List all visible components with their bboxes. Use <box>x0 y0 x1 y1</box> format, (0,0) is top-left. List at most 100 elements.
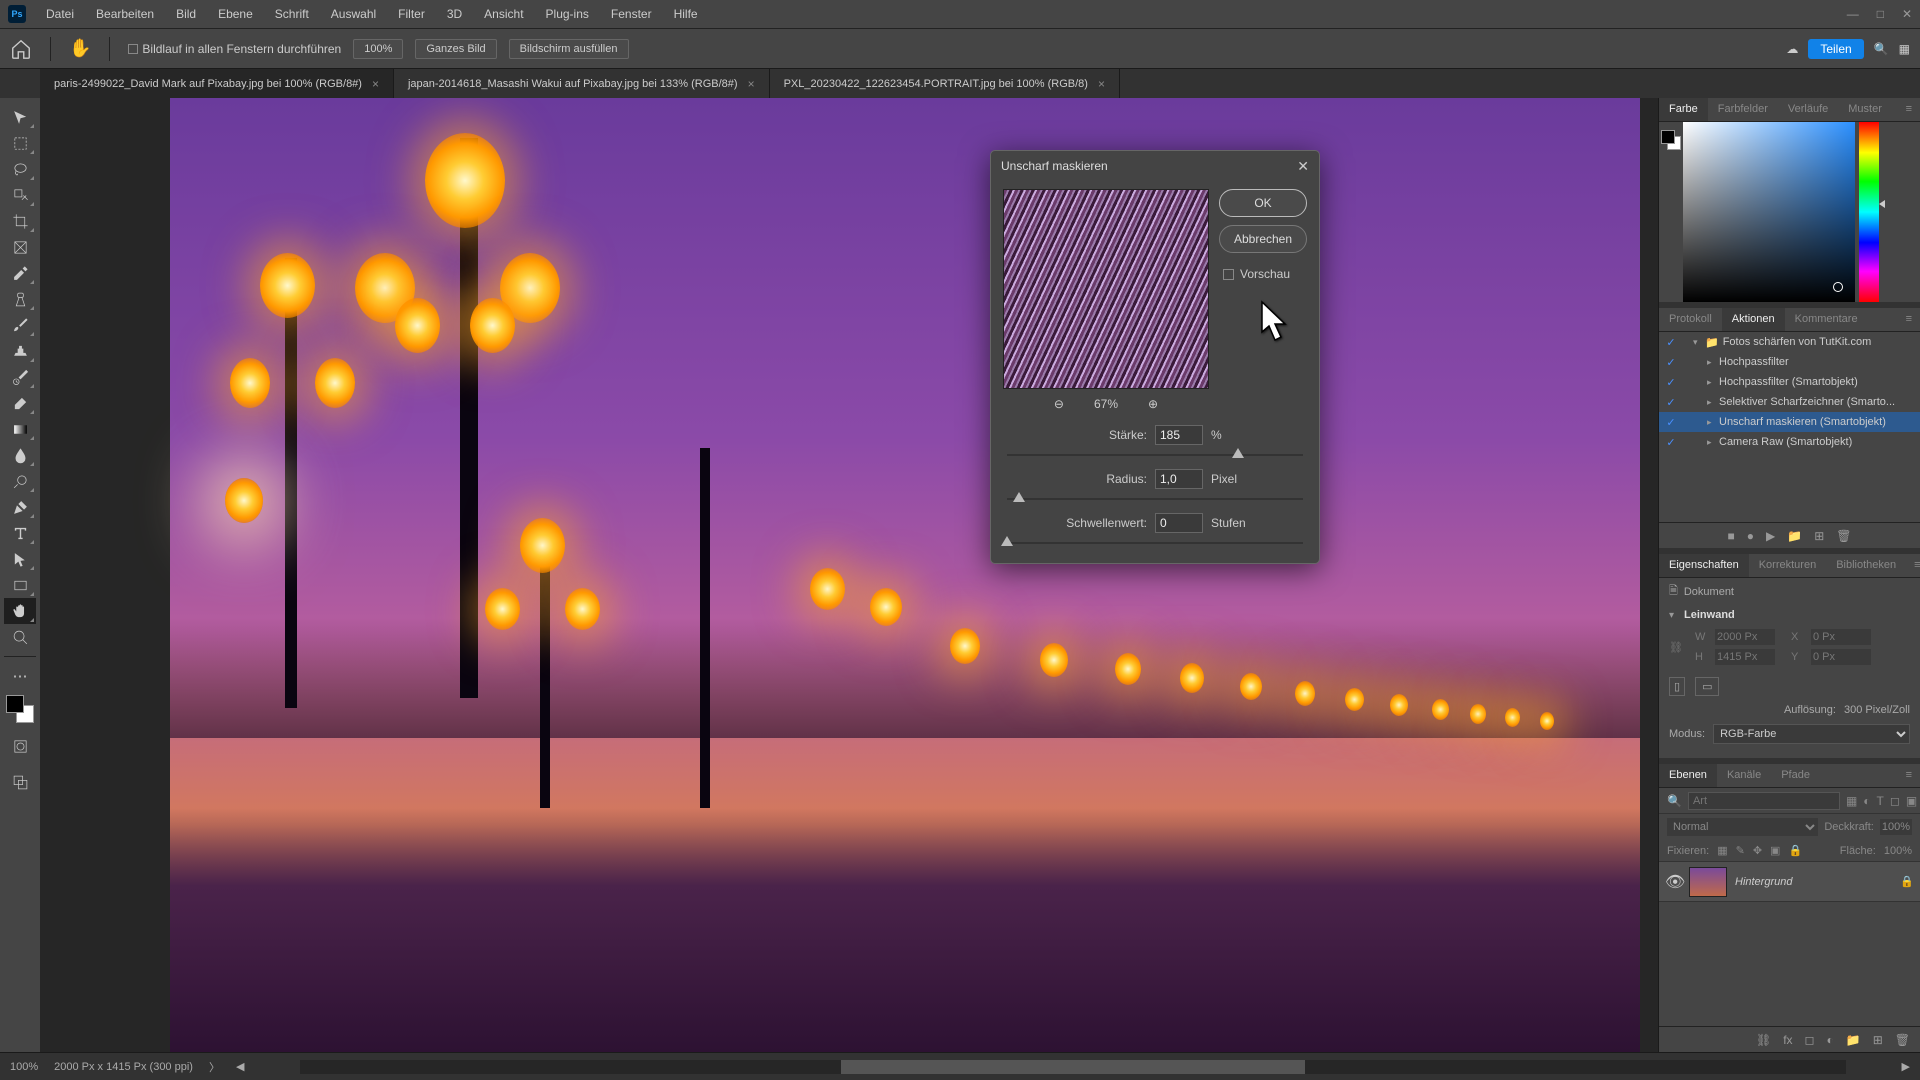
visibility-icon[interactable]: 👁 <box>1665 872 1681 892</box>
frame-tool[interactable] <box>4 234 36 260</box>
lasso-tool[interactable] <box>4 156 36 182</box>
fit-screen-button[interactable]: Ganzes Bild <box>415 39 496 59</box>
threshold-input[interactable] <box>1155 513 1203 533</box>
scroll-left-icon[interactable]: ◀ <box>236 1060 244 1073</box>
twirl-open-icon[interactable]: ▾ <box>1693 337 1705 348</box>
selection-tool[interactable] <box>4 182 36 208</box>
opacity-value[interactable]: 100% <box>1880 819 1912 835</box>
panel-menu-icon[interactable]: ≡ <box>1906 554 1920 577</box>
filter-shape-icon[interactable]: ◻ <box>1890 794 1900 808</box>
document-tab[interactable]: paris-2499022_David Mark auf Pixabay.jpg… <box>40 69 394 98</box>
horizontal-scrollbar[interactable] <box>300 1060 1845 1074</box>
action-item[interactable]: ✓▸Selektiver Scharfzeichner (Smarto... <box>1659 392 1920 412</box>
lock-trans-icon[interactable]: ▦ <box>1717 844 1727 857</box>
close-tab-icon[interactable]: × <box>372 77 379 91</box>
crop-tool[interactable] <box>4 208 36 234</box>
record-icon[interactable]: ● <box>1747 529 1754 543</box>
clone-stamp-tool[interactable] <box>4 338 36 364</box>
zoom-100-button[interactable]: 100% <box>353 39 403 59</box>
panel-menu-icon[interactable]: ≡ <box>1898 764 1920 787</box>
action-item[interactable]: ✓▸Hochpassfilter (Smartobjekt) <box>1659 372 1920 392</box>
new-layer-icon[interactable]: ⊞ <box>1873 1033 1883 1047</box>
history-brush-tool[interactable] <box>4 364 36 390</box>
tab-muster[interactable]: Muster <box>1838 98 1892 121</box>
scroll-all-windows-checkbox[interactable]: Bildlauf in allen Fenstern durchführen <box>128 42 341 56</box>
link-wh-icon[interactable]: ⛓ <box>1669 641 1689 654</box>
foreground-background-colors[interactable] <box>6 695 34 723</box>
menu-bearbeiten[interactable]: Bearbeiten <box>86 3 164 25</box>
layer-mask-icon[interactable]: ◻ <box>1805 1033 1815 1047</box>
panel-menu-icon[interactable]: ≡ <box>1898 308 1920 331</box>
close-icon[interactable]: ✕ <box>1297 158 1309 175</box>
menu-fenster[interactable]: Fenster <box>601 3 662 25</box>
zoom-out-icon[interactable]: ⊖ <box>1054 397 1064 411</box>
brush-tool[interactable] <box>4 312 36 338</box>
x-field[interactable] <box>1811 629 1871 645</box>
chevron-right-icon[interactable]: 〉 <box>209 1059 220 1075</box>
doc-info[interactable]: 2000 Px x 1415 Px (300 ppi) <box>54 1061 193 1073</box>
orient-portrait-icon[interactable]: ▯ <box>1669 677 1685 696</box>
menu-3d[interactable]: 3D <box>437 3 472 25</box>
tab-eigenschaften[interactable]: Eigenschaften <box>1659 554 1749 577</box>
blur-tool[interactable] <box>4 442 36 468</box>
tab-bibliotheken[interactable]: Bibliotheken <box>1826 554 1906 577</box>
type-tool[interactable] <box>4 520 36 546</box>
radius-slider[interactable] <box>1007 491 1303 507</box>
fill-value[interactable]: 100% <box>1884 845 1912 857</box>
layer-style-icon[interactable]: fx <box>1783 1033 1792 1047</box>
menu-ebene[interactable]: Ebene <box>208 3 263 25</box>
path-selection-tool[interactable] <box>4 546 36 572</box>
hue-slider[interactable] <box>1859 122 1879 302</box>
pen-tool[interactable] <box>4 494 36 520</box>
move-tool[interactable] <box>4 104 36 130</box>
scroll-right-icon[interactable]: ▶ <box>1902 1060 1910 1073</box>
tab-farbe[interactable]: Farbe <box>1659 98 1708 121</box>
hand-tool[interactable] <box>4 598 36 624</box>
cancel-button[interactable]: Abbrechen <box>1219 225 1307 253</box>
menu-filter[interactable]: Filter <box>388 3 435 25</box>
radius-input[interactable] <box>1155 469 1203 489</box>
tab-farbfelder[interactable]: Farbfelder <box>1708 98 1778 121</box>
stop-icon[interactable]: ■ <box>1728 529 1735 543</box>
close-tab-icon[interactable]: × <box>1098 77 1105 91</box>
twirl-open-icon[interactable]: ▾ <box>1669 610 1674 621</box>
tab-kommentare[interactable]: Kommentare <box>1785 308 1868 331</box>
threshold-slider[interactable] <box>1007 535 1303 551</box>
layer-thumbnail[interactable] <box>1689 867 1727 897</box>
edit-toolbar-icon[interactable]: ⋯ <box>4 663 36 689</box>
filter-preview[interactable] <box>1003 189 1209 389</box>
healing-brush-tool[interactable] <box>4 286 36 312</box>
link-layers-icon[interactable]: ⛓ <box>1756 1033 1771 1047</box>
workspace-icon[interactable]: ▦ <box>1899 42 1910 56</box>
home-icon[interactable] <box>10 38 32 60</box>
menu-plugins[interactable]: Plug-ins <box>536 3 599 25</box>
search-icon[interactable]: 🔍 <box>1874 42 1889 56</box>
action-item[interactable]: ✓▸Unscharf maskieren (Smartobjekt) <box>1659 412 1920 432</box>
preview-checkbox[interactable]: Vorschau <box>1223 267 1307 281</box>
filter-type-icon[interactable]: T <box>1877 794 1884 808</box>
dodge-tool[interactable] <box>4 468 36 494</box>
zoom-in-icon[interactable]: ⊕ <box>1148 397 1158 411</box>
maximize-icon[interactable]: □ <box>1877 7 1884 21</box>
layer-filter-input[interactable] <box>1688 792 1840 810</box>
eyedropper-tool[interactable] <box>4 260 36 286</box>
fill-screen-button[interactable]: Bildschirm ausfüllen <box>509 39 629 59</box>
menu-datei[interactable]: Datei <box>36 3 84 25</box>
tab-aktionen[interactable]: Aktionen <box>1722 308 1785 331</box>
new-folder-icon[interactable]: 📁 <box>1787 529 1802 543</box>
close-tab-icon[interactable]: × <box>748 77 755 91</box>
check-icon[interactable]: ✓ <box>1663 336 1679 349</box>
share-button[interactable]: Teilen <box>1808 39 1863 59</box>
marquee-tool[interactable] <box>4 130 36 156</box>
color-mode-select[interactable]: RGB-Farbe <box>1713 724 1910 744</box>
ok-button[interactable]: OK <box>1219 189 1307 217</box>
tab-kanaele[interactable]: Kanäle <box>1717 764 1771 787</box>
filter-pixel-icon[interactable]: ▦ <box>1846 794 1857 808</box>
tab-pfade[interactable]: Pfade <box>1771 764 1820 787</box>
action-item[interactable]: ✓▸Hochpassfilter <box>1659 352 1920 372</box>
layer-name[interactable]: Hintergrund <box>1735 876 1892 888</box>
menu-hilfe[interactable]: Hilfe <box>664 3 708 25</box>
tab-protokoll[interactable]: Protokoll <box>1659 308 1722 331</box>
height-field[interactable] <box>1715 649 1775 665</box>
filter-smart-icon[interactable]: ▣ <box>1906 794 1917 808</box>
